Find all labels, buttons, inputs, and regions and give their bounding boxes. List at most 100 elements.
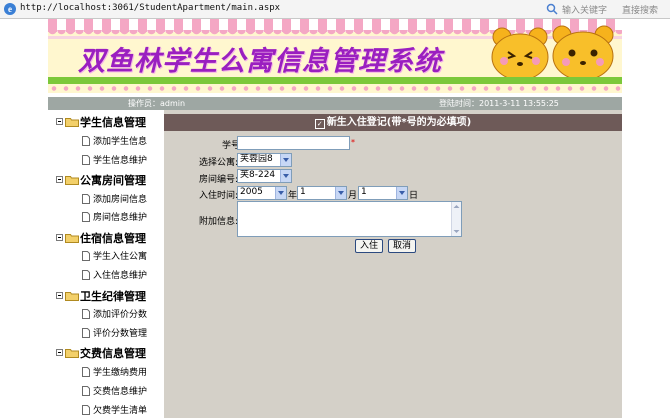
menu-item-label: 学生缴纳费用 bbox=[93, 368, 148, 378]
chevron-down-icon[interactable] bbox=[335, 187, 346, 199]
login-time-label: 登陆时间：2011-3-11 13:55:25 bbox=[439, 99, 559, 108]
chevron-down-icon[interactable] bbox=[280, 154, 291, 166]
menu-group-label: 卫生纪律管理 bbox=[80, 290, 146, 303]
collapse-icon[interactable] bbox=[56, 234, 63, 241]
menu-group-room[interactable]: 公寓房间管理 bbox=[56, 172, 146, 187]
ie-icon: e bbox=[4, 3, 16, 15]
check-in-button[interactable]: 入住 bbox=[355, 239, 383, 253]
scroll-up-icon[interactable] bbox=[453, 203, 460, 210]
day-unit: 日 bbox=[409, 191, 419, 201]
date-label: 入住时间: bbox=[199, 191, 239, 201]
bear-mascot-icon bbox=[491, 25, 614, 81]
month-select[interactable]: 1 bbox=[297, 186, 347, 200]
document-icon bbox=[82, 194, 90, 204]
required-mark: * bbox=[351, 138, 355, 147]
menu-item-pay-fee[interactable]: 学生缴纳费用 bbox=[82, 365, 148, 378]
extra-info-label: 附加信息: bbox=[199, 217, 239, 227]
menu-item-label: 添加学生信息 bbox=[93, 137, 148, 147]
document-icon bbox=[82, 367, 90, 377]
collapse-icon[interactable] bbox=[56, 349, 63, 356]
menu-group-label: 交费信息管理 bbox=[80, 347, 146, 360]
folder-icon bbox=[65, 234, 79, 243]
menu-group-student-info[interactable]: 学生信息管理 bbox=[56, 114, 146, 129]
search-engine-icon[interactable] bbox=[546, 3, 560, 15]
collapse-icon[interactable] bbox=[56, 118, 63, 125]
menu-item-add-score[interactable]: 添加评价分数 bbox=[82, 307, 148, 320]
menu-item-label: 交费信息维护 bbox=[93, 387, 148, 397]
menu-group-lodging[interactable]: 住宿信息管理 bbox=[56, 230, 146, 245]
folder-icon bbox=[65, 176, 79, 185]
menu-group-label: 住宿信息管理 bbox=[80, 232, 146, 245]
scroll-down-icon[interactable] bbox=[453, 228, 460, 235]
document-icon bbox=[82, 270, 90, 280]
menu-item-label: 添加评价分数 bbox=[93, 310, 148, 320]
year-unit: 年 bbox=[288, 191, 298, 201]
textarea-scrollbar[interactable] bbox=[451, 202, 461, 236]
document-icon bbox=[82, 212, 90, 222]
room-label: 房间编号: bbox=[199, 175, 239, 185]
menu-item-label: 学生信息维护 bbox=[93, 156, 148, 166]
document-icon bbox=[82, 386, 90, 396]
url-field[interactable]: http://localhost:3061/StudentApartment/m… bbox=[20, 3, 280, 13]
document-icon bbox=[82, 309, 90, 319]
room-select[interactable]: 芙8-224 bbox=[237, 169, 292, 183]
apartment-label: 选择公寓: bbox=[199, 158, 239, 168]
menu-item-label: 欠费学生清单 bbox=[93, 406, 148, 416]
chevron-down-icon[interactable] bbox=[280, 170, 291, 182]
operator-label: 操作员：admin bbox=[128, 99, 186, 108]
menu-item-label: 房间信息维护 bbox=[93, 213, 148, 223]
document-icon bbox=[82, 328, 90, 338]
header-banner: 双鱼林学生公寓信息管理系统 bbox=[48, 19, 622, 93]
sidebar-menu: 学生信息管理 添加学生信息 学生信息维护 公寓房间管理 添加房间信息 房间信息维… bbox=[48, 110, 164, 418]
grass-strip bbox=[48, 77, 622, 84]
chevron-down-icon[interactable] bbox=[396, 187, 407, 199]
search-input[interactable]: 输入关键字 bbox=[562, 3, 607, 16]
menu-item-maintain-lodging[interactable]: 入住信息维护 bbox=[82, 268, 148, 281]
menu-item-label: 入住信息维护 bbox=[93, 271, 148, 281]
menu-item-check-in[interactable]: 学生入住公寓 bbox=[82, 249, 148, 262]
search-go-button[interactable]: 直接搜索 bbox=[622, 3, 658, 16]
info-bar: 操作员：admin 登陆时间：2011-3-11 13:55:25 bbox=[48, 97, 622, 110]
room-select-value: 芙8-224 bbox=[240, 170, 276, 180]
document-icon bbox=[82, 405, 90, 415]
menu-item-arrears-list[interactable]: 欠费学生清单 bbox=[82, 403, 148, 416]
cancel-button[interactable]: 取消 bbox=[388, 239, 416, 253]
day-select-value: 1 bbox=[361, 187, 367, 197]
extra-info-textarea[interactable] bbox=[237, 201, 462, 237]
folder-icon bbox=[65, 349, 79, 358]
document-icon bbox=[82, 155, 90, 165]
folder-icon bbox=[65, 118, 79, 127]
menu-group-hygiene[interactable]: 卫生纪律管理 bbox=[56, 288, 146, 303]
year-select-value: 2005 bbox=[240, 187, 263, 197]
student-id-input[interactable] bbox=[237, 136, 350, 150]
day-select[interactable]: 1 bbox=[358, 186, 408, 200]
year-select[interactable]: 2005 bbox=[237, 186, 287, 200]
menu-item-add-room[interactable]: 添加房间信息 bbox=[82, 192, 148, 205]
menu-item-label: 评价分数管理 bbox=[93, 329, 148, 339]
main-content: ✓ 新生入住登记(带*号的为必填项) 学号: * 选择公寓: 芙蓉园8 房间编号:… bbox=[164, 110, 622, 418]
menu-item-label: 添加房间信息 bbox=[93, 195, 148, 205]
menu-item-add-student[interactable]: 添加学生信息 bbox=[82, 134, 148, 147]
chevron-down-icon[interactable] bbox=[275, 187, 286, 199]
form-heading: ✓ 新生入住登记(带*号的为必填项) bbox=[164, 114, 622, 131]
menu-group-label: 学生信息管理 bbox=[80, 116, 146, 129]
apartment-select[interactable]: 芙蓉园8 bbox=[237, 153, 292, 167]
month-select-value: 1 bbox=[300, 187, 306, 197]
menu-group-label: 公寓房间管理 bbox=[80, 174, 146, 187]
hearts-border bbox=[48, 84, 622, 93]
month-unit: 月 bbox=[348, 191, 358, 201]
apartment-select-value: 芙蓉园8 bbox=[240, 154, 273, 164]
document-icon bbox=[82, 136, 90, 146]
system-title: 双鱼林学生公寓信息管理系统 bbox=[78, 46, 442, 77]
checkbox-icon: ✓ bbox=[314, 119, 325, 129]
menu-item-label: 学生入住公寓 bbox=[93, 252, 148, 262]
folder-icon bbox=[65, 292, 79, 301]
menu-item-manage-score[interactable]: 评价分数管理 bbox=[82, 326, 148, 339]
menu-item-maintain-fee[interactable]: 交费信息维护 bbox=[82, 384, 148, 397]
menu-item-maintain-student[interactable]: 学生信息维护 bbox=[82, 153, 148, 166]
document-icon bbox=[82, 251, 90, 261]
menu-group-fees[interactable]: 交费信息管理 bbox=[56, 345, 146, 360]
menu-item-maintain-room[interactable]: 房间信息维护 bbox=[82, 210, 148, 223]
collapse-icon[interactable] bbox=[56, 176, 63, 183]
collapse-icon[interactable] bbox=[56, 292, 63, 299]
